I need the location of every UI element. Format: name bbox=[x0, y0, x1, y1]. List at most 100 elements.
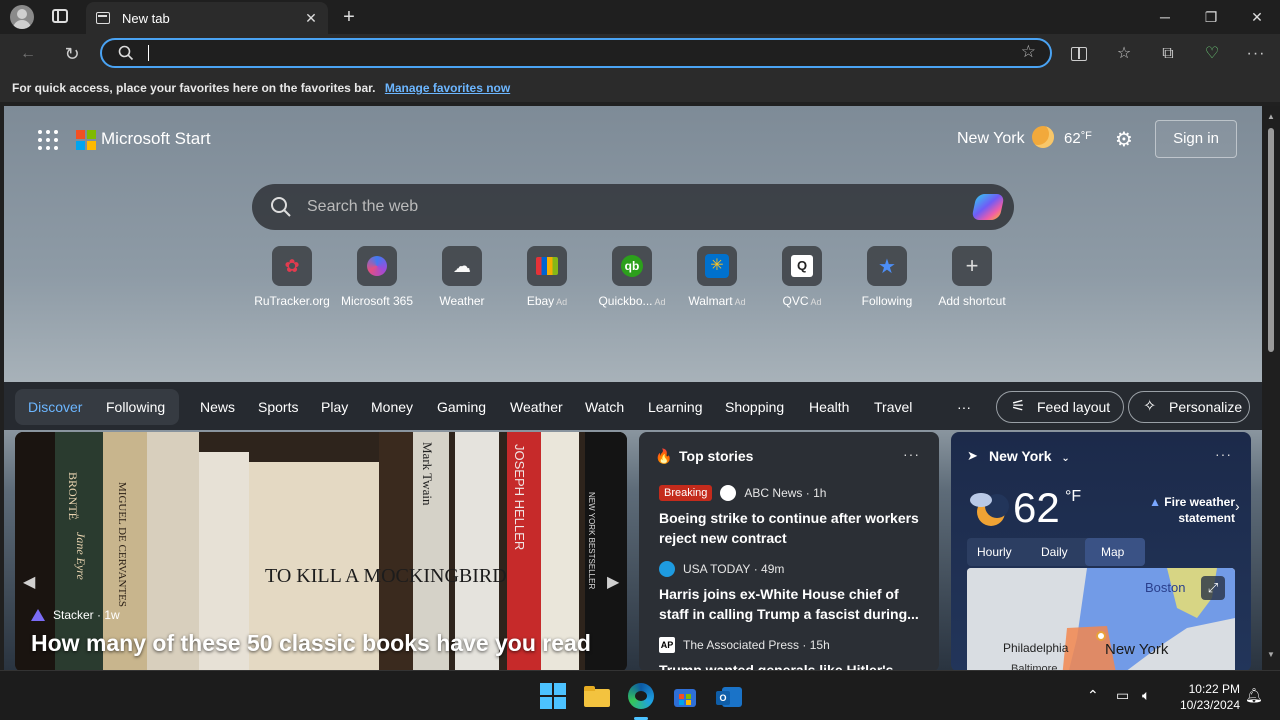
web-search-input[interactable] bbox=[307, 196, 947, 218]
header-temperature[interactable]: 62°F bbox=[1064, 130, 1092, 147]
manage-favorites-link[interactable]: Manage favorites now bbox=[385, 81, 510, 95]
shortcut-qvc[interactable]: Q QVC Ad bbox=[757, 246, 847, 308]
meta-separator: · bbox=[93, 608, 105, 622]
tab-discover[interactable]: Discover bbox=[28, 399, 82, 415]
story-item[interactable]: AP The Associated Press · 15h Trump want… bbox=[659, 636, 919, 670]
story-item[interactable]: Breaking ABC News · 1h Boeing strike to … bbox=[659, 484, 919, 548]
search-icon bbox=[118, 45, 134, 61]
browser-essentials-icon[interactable]: ♡ bbox=[1200, 42, 1224, 66]
nav-play[interactable]: Play bbox=[321, 399, 348, 415]
weather-cloud-icon: ☁ bbox=[442, 246, 482, 286]
feed-nav: Discover Following News Sports Play Mone… bbox=[4, 382, 1262, 430]
nav-gaming[interactable]: Gaming bbox=[437, 399, 486, 415]
collections-icon[interactable]: ⧉ bbox=[1156, 42, 1180, 66]
carousel-next-icon[interactable]: ▶ bbox=[607, 572, 619, 592]
restore-button[interactable]: ❐ bbox=[1188, 4, 1234, 30]
carousel-prev-icon[interactable]: ◀ bbox=[23, 572, 35, 592]
nav-money[interactable]: Money bbox=[371, 399, 413, 415]
expand-map-icon[interactable]: ⤢ bbox=[1201, 576, 1225, 600]
tab-following[interactable]: Following bbox=[106, 399, 165, 415]
refresh-button[interactable]: ↻ bbox=[60, 42, 84, 66]
book-spine-jane-eyre: Jane Eyre bbox=[74, 532, 88, 581]
web-search-box[interactable] bbox=[252, 184, 1014, 230]
scroll-down-icon[interactable]: ▼ bbox=[1267, 650, 1275, 659]
nav-learning[interactable]: Learning bbox=[648, 399, 703, 415]
plus-icon: + bbox=[952, 246, 992, 286]
favorites-bar: For quick access, place your favorites h… bbox=[0, 74, 1280, 102]
store-icon[interactable] bbox=[672, 683, 698, 709]
address-bar[interactable]: ☆ bbox=[100, 38, 1052, 68]
scroll-up-icon[interactable]: ▲ bbox=[1267, 112, 1275, 121]
header-location[interactable]: New York bbox=[957, 130, 1025, 148]
sign-in-button[interactable]: Sign in bbox=[1155, 120, 1237, 158]
shortcut-rutracker[interactable]: ✿ RuTracker.org bbox=[247, 246, 337, 308]
personalize-button[interactable]: ✧ Personalize bbox=[1128, 391, 1250, 423]
shortcut-following[interactable]: ★ Following bbox=[842, 246, 932, 308]
taskbar-clock[interactable]: 10:22 PM 10/23/2024 bbox=[1170, 681, 1240, 713]
tab-hourly[interactable]: Hourly bbox=[977, 545, 1012, 559]
nav-travel[interactable]: Travel bbox=[874, 399, 912, 415]
split-screen-icon[interactable] bbox=[1067, 42, 1091, 66]
shortcut-microsoft-365[interactable]: Microsoft 365 bbox=[332, 246, 422, 308]
new-tab-button[interactable]: + bbox=[336, 4, 362, 30]
stacker-logo-icon bbox=[31, 609, 45, 621]
shortcut-quickbooks[interactable]: qb Quickbo... Ad bbox=[587, 246, 677, 308]
address-input[interactable] bbox=[148, 44, 1008, 64]
app-launcher-icon[interactable] bbox=[38, 130, 58, 150]
more-menu-icon[interactable]: ··· bbox=[1244, 42, 1268, 66]
shortcut-weather[interactable]: ☁ Weather bbox=[417, 246, 507, 308]
close-tab-icon[interactable]: ✕ bbox=[302, 9, 320, 27]
settings-gear-icon[interactable]: ⚙ bbox=[1115, 127, 1133, 152]
fire-weather-alert[interactable]: ▲ Fire weather statement bbox=[1131, 494, 1235, 526]
title-bar: New tab ✕ + ─ ❐ ✕ bbox=[0, 0, 1280, 34]
brand-name[interactable]: Microsoft Start bbox=[101, 129, 211, 149]
nav-watch[interactable]: Watch bbox=[585, 399, 624, 415]
volume-icon[interactable]: 🔈︎ bbox=[1142, 687, 1150, 704]
add-shortcut-button[interactable]: + Add shortcut bbox=[927, 246, 1017, 308]
map-label-baltimore: Baltimore bbox=[1011, 663, 1057, 670]
hero-article-card[interactable]: BRONTË Jane Eyre MIGUEL DE CERVANTES TO … bbox=[15, 432, 627, 670]
start-windows-icon[interactable] bbox=[540, 683, 566, 709]
notification-bell-icon[interactable]: 🔔︎ bbox=[1245, 687, 1263, 704]
scroll-thumb[interactable] bbox=[1268, 128, 1274, 352]
tab-new-tab[interactable]: New tab ✕ bbox=[86, 2, 328, 34]
nav-weather[interactable]: Weather bbox=[510, 399, 563, 415]
shortcut-walmart[interactable]: ✳ Walmart Ad bbox=[672, 246, 762, 308]
copilot-icon[interactable] bbox=[971, 194, 1005, 220]
shortcut-ebay[interactable]: Ebay Ad bbox=[502, 246, 592, 308]
back-button[interactable]: ← bbox=[16, 42, 40, 66]
chevron-down-icon: ⌄ bbox=[1061, 453, 1070, 464]
nav-shopping[interactable]: Shopping bbox=[725, 399, 784, 415]
stories-more-icon[interactable]: ··· bbox=[903, 446, 920, 462]
browser-toolbar: ← ↻ ☆ ☆ ⧉ ♡ ··· bbox=[0, 34, 1280, 74]
close-window-button[interactable]: ✕ bbox=[1234, 4, 1280, 30]
profile-avatar[interactable] bbox=[10, 5, 34, 29]
tab-daily[interactable]: Daily bbox=[1041, 545, 1068, 559]
alert-chevron-icon[interactable]: › bbox=[1235, 498, 1240, 514]
weather-more-icon[interactable]: ··· bbox=[1215, 446, 1232, 462]
network-icon[interactable]: ▭ bbox=[1116, 687, 1129, 704]
story-age: 49m bbox=[761, 562, 785, 576]
ap-logo-icon: AP bbox=[659, 637, 675, 653]
tab-map[interactable]: Map bbox=[1101, 545, 1124, 559]
tab-actions-icon[interactable] bbox=[52, 9, 68, 23]
ebay-bag-icon bbox=[527, 246, 567, 286]
nav-sports[interactable]: Sports bbox=[258, 399, 298, 415]
favorite-star-icon[interactable]: ☆ bbox=[1021, 42, 1036, 62]
weather-map[interactable]: Boston Philadelphia New York Baltimore ⤢ bbox=[967, 568, 1235, 670]
weather-location[interactable]: New York ⌄ bbox=[989, 448, 1070, 464]
page-scrollbar[interactable]: ▲ ▼ bbox=[1262, 106, 1280, 670]
nav-more-icon[interactable]: ··· bbox=[957, 399, 971, 415]
meta-separator: · bbox=[802, 486, 814, 500]
nav-news[interactable]: News bbox=[200, 399, 235, 415]
show-hidden-icons-chevron[interactable]: ⌃ bbox=[1087, 687, 1099, 704]
minimize-button[interactable]: ─ bbox=[1142, 4, 1188, 30]
file-explorer-icon[interactable] bbox=[584, 683, 610, 709]
favorites-icon[interactable]: ☆ bbox=[1112, 42, 1136, 66]
edge-browser-icon[interactable] bbox=[628, 683, 654, 709]
nav-health[interactable]: Health bbox=[809, 399, 849, 415]
story-item[interactable]: USA TODAY · 49m Harris joins ex-White Ho… bbox=[659, 560, 919, 624]
feed-layout-button[interactable]: ⚟ Feed layout bbox=[996, 391, 1124, 423]
hero-title[interactable]: How many of these 50 classic books have … bbox=[31, 630, 591, 657]
outlook-icon[interactable]: O bbox=[716, 683, 742, 709]
